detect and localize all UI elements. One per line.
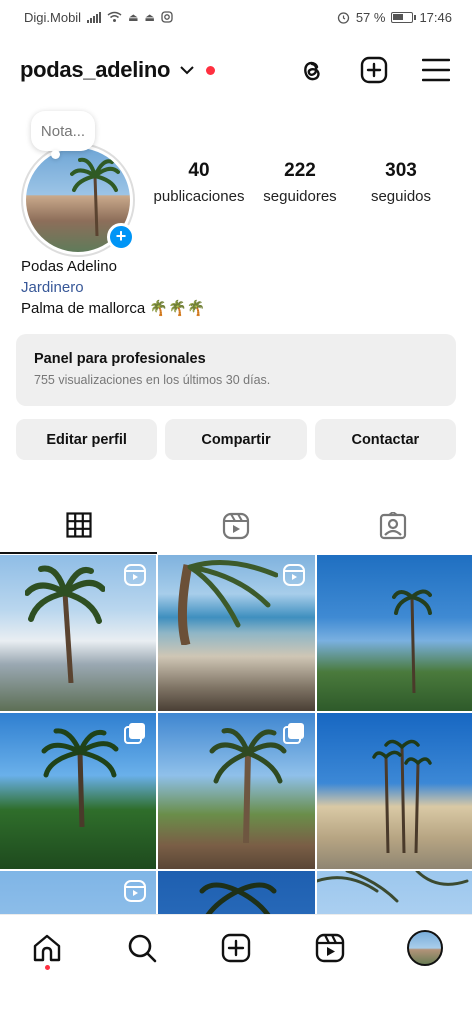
palm-tree-icon bbox=[372, 739, 432, 853]
create-icon bbox=[221, 933, 251, 962]
tab-grid[interactable] bbox=[0, 498, 158, 554]
nav-home[interactable] bbox=[27, 928, 67, 970]
contact-button[interactable]: Contactar bbox=[314, 419, 456, 460]
dashboard-title: Panel para profesionales bbox=[34, 351, 206, 367]
profile-avatar-ring[interactable]: + bbox=[21, 143, 135, 257]
stat-followers[interactable]: 222 seguidores bbox=[251, 160, 349, 205]
post-thumbnail[interactable] bbox=[0, 871, 156, 915]
professional-dashboard[interactable]: Panel para profesionales 755 visualizaci… bbox=[16, 334, 456, 406]
post-thumbnail[interactable] bbox=[0, 713, 156, 869]
tab-tagged[interactable] bbox=[315, 498, 472, 554]
palm-tree-icon bbox=[317, 871, 469, 903]
stat-following[interactable]: 303 seguidos bbox=[352, 160, 450, 205]
stat-label: seguidores bbox=[263, 188, 337, 205]
wifi-icon bbox=[107, 11, 122, 22]
tab-reels[interactable] bbox=[157, 498, 314, 554]
bottom-navigation bbox=[0, 914, 472, 980]
chevron-down-icon[interactable] bbox=[180, 65, 194, 75]
stat-label: seguidos bbox=[370, 188, 432, 205]
edit-profile-button[interactable]: Editar perfil bbox=[16, 419, 158, 460]
home-icon bbox=[33, 934, 61, 961]
tagged-icon bbox=[380, 512, 407, 540]
post-thumbnail[interactable] bbox=[0, 555, 156, 711]
palm-tree-icon bbox=[41, 728, 119, 827]
palm-tree-icon bbox=[392, 589, 432, 693]
reel-badge-icon bbox=[124, 564, 146, 586]
create-icon[interactable] bbox=[358, 54, 390, 86]
battery-percent: 57 % bbox=[355, 9, 386, 25]
palm-tree-icon bbox=[177, 560, 278, 645]
threads-icon[interactable] bbox=[296, 54, 328, 86]
profile-bio-text: Palma de mallorca 🌴🌴🌴 bbox=[21, 300, 206, 317]
note-bubble[interactable]: Nota... bbox=[31, 111, 95, 159]
reel-badge-icon bbox=[283, 564, 305, 586]
stat-value: 303 bbox=[385, 160, 417, 181]
profile-header: podas_adelino bbox=[20, 50, 452, 90]
post-thumbnail[interactable] bbox=[158, 555, 315, 711]
palm-tree-icon bbox=[199, 882, 277, 915]
share-profile-button[interactable]: Compartir bbox=[165, 419, 307, 460]
carousel-badge-icon bbox=[124, 723, 145, 744]
content-tabs bbox=[0, 498, 472, 554]
palm-tree-icon bbox=[70, 157, 120, 236]
nav-create[interactable] bbox=[216, 928, 256, 968]
alarm-icon bbox=[337, 11, 349, 24]
profile-stats: 40 publicaciones 222 seguidores 303 segu… bbox=[150, 160, 450, 205]
nav-search[interactable] bbox=[122, 928, 162, 968]
stat-posts[interactable]: 40 publicaciones bbox=[150, 160, 248, 205]
carrier-label: Digi.Mobil bbox=[24, 9, 82, 25]
post-thumbnail[interactable] bbox=[317, 871, 472, 915]
post-thumbnail[interactable] bbox=[317, 555, 472, 711]
carousel-badge-icon bbox=[283, 723, 304, 744]
grid-icon bbox=[66, 512, 92, 538]
post-thumbnail[interactable] bbox=[158, 713, 315, 869]
battery-icon bbox=[391, 11, 417, 23]
nav-reels[interactable] bbox=[310, 928, 350, 968]
palm-tree-icon bbox=[25, 565, 105, 683]
instagram-notification-icon bbox=[161, 11, 173, 23]
post-thumbnail[interactable] bbox=[158, 871, 315, 915]
reels-icon bbox=[316, 933, 345, 962]
dashboard-subtitle: 755 visualizaciones en los últimos 30 dí… bbox=[34, 373, 271, 387]
notification-icon: ⏏ bbox=[144, 11, 155, 24]
profile-avatar-thumb bbox=[406, 929, 443, 966]
notification-dot bbox=[206, 65, 216, 75]
status-bar: Digi.Mobil ⏏ ⏏ 57 % 17:46 bbox=[0, 0, 472, 34]
menu-icon[interactable] bbox=[420, 54, 452, 86]
profile-name: Podas Adelino bbox=[21, 258, 117, 275]
signal-icon bbox=[87, 11, 102, 23]
profile-category[interactable]: Jardinero bbox=[21, 277, 451, 298]
search-icon bbox=[128, 934, 156, 962]
notification-icon: ⏏ bbox=[128, 11, 139, 24]
add-story-button[interactable]: + bbox=[107, 223, 135, 251]
profile-actions: Editar perfil Compartir Contactar bbox=[16, 419, 456, 460]
reels-icon bbox=[222, 512, 250, 540]
stat-value: 222 bbox=[284, 160, 316, 181]
stat-value: 40 bbox=[188, 160, 210, 181]
profile-bio: Podas Adelino Jardinero Palma de mallorc… bbox=[21, 256, 451, 319]
reel-badge-icon bbox=[124, 880, 146, 902]
username-title[interactable]: podas_adelino bbox=[20, 57, 170, 83]
clock: 17:46 bbox=[419, 9, 452, 25]
stat-label: publicaciones bbox=[153, 188, 245, 205]
posts-grid bbox=[0, 555, 472, 915]
palm-tree-icon bbox=[209, 727, 287, 843]
home-notification-dot bbox=[45, 964, 51, 970]
note-placeholder: Nota... bbox=[40, 122, 86, 140]
post-thumbnail[interactable] bbox=[317, 713, 472, 869]
nav-profile[interactable] bbox=[405, 928, 445, 968]
